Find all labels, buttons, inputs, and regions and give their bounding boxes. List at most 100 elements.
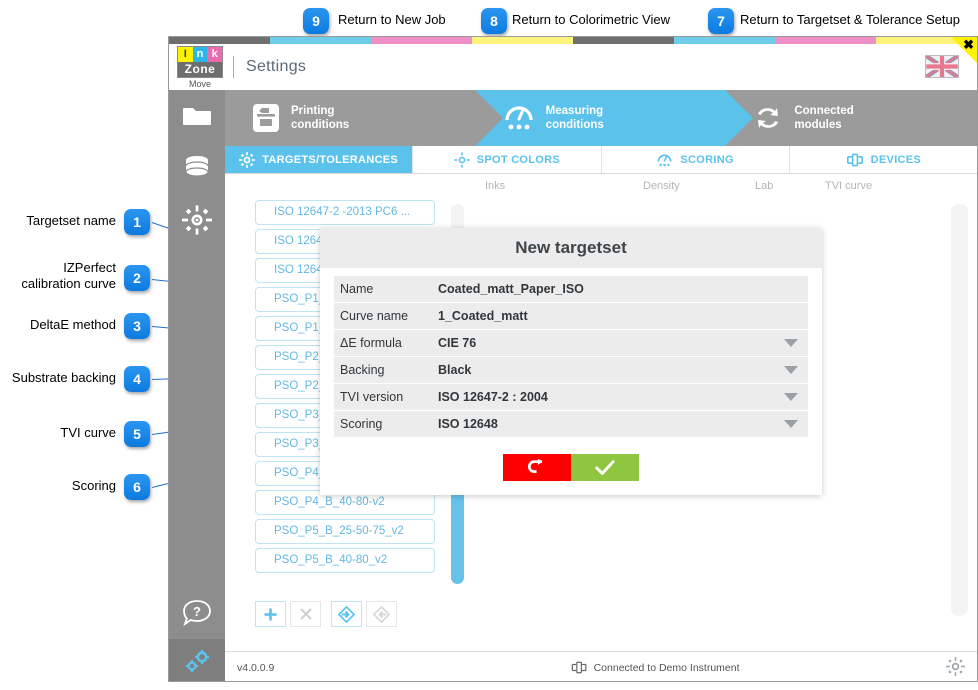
app-logo: I n k Zone Move [169, 45, 227, 89]
field-value: ISO 12648 [438, 417, 498, 431]
step-connected-modules[interactable]: Connected modules [726, 90, 977, 146]
close-icon[interactable]: ✖ [963, 38, 974, 51]
version-label: v4.0.0.9 [237, 661, 275, 674]
cancel-button[interactable] [503, 454, 571, 481]
folder-icon [183, 108, 211, 125]
check-icon [595, 459, 615, 475]
list-item[interactable]: PSO_P5_B_25-50-75_v2 [255, 519, 435, 544]
callout-badge-2: 2 [124, 265, 150, 291]
callout-badge-5: 5 [124, 421, 150, 447]
field-label: Curve name [340, 309, 409, 323]
tab-devices[interactable]: DEVICES [789, 146, 977, 173]
list-item[interactable]: ISO 12647-2 -2013 PC6 ... [255, 200, 435, 225]
field-value: CIE 76 [438, 336, 477, 350]
plus-icon [264, 608, 277, 620]
gauge-icon [657, 154, 672, 166]
device-icon [571, 661, 587, 674]
svg-text:?: ? [193, 604, 201, 619]
sidebar-item-database[interactable] [169, 142, 225, 194]
callout-label-3: DeltaE method [30, 317, 116, 332]
tab-bar: TARGETS/TOLERANCES SPOT COLORS SCORING D… [225, 146, 977, 174]
page-title: Settings [246, 58, 307, 75]
sync-arrows-icon [758, 108, 779, 128]
import-targetset-button[interactable] [331, 601, 362, 627]
field-label: Scoring [340, 417, 383, 431]
measuring-gauge-icon [505, 106, 533, 130]
sidebar-item-folder[interactable] [169, 90, 225, 142]
callout-badge-6: 6 [124, 474, 150, 500]
status-target-icon[interactable] [946, 656, 965, 679]
callout-label-9: Return to New Job [338, 12, 446, 27]
tab-spot-colors[interactable]: SPOT COLORS [413, 146, 602, 173]
add-targetset-button[interactable] [255, 601, 286, 627]
tab-scoring[interactable]: SCORING [601, 146, 790, 173]
logo-word: Zone [178, 61, 222, 77]
status-bar: v4.0.0.9 Connected to Demo Instrument [225, 651, 977, 681]
crosshair-icon [454, 151, 470, 168]
field-tvi-version[interactable]: TVI version ISO 12647-2 : 2004 [334, 384, 808, 411]
callout-badge-9: 9 [303, 8, 329, 34]
chevron-down-icon[interactable] [784, 366, 798, 374]
delete-targetset-button[interactable] [290, 601, 321, 627]
column-header-tvi-curve: TVI curve [825, 180, 873, 192]
wizard-steps: Printing conditions Measuring conditions [225, 90, 977, 146]
export-icon [373, 605, 390, 623]
logo-letter-n: n [192, 46, 208, 62]
field-backing[interactable]: Backing Black [334, 357, 808, 384]
chevron-down-icon[interactable] [784, 420, 798, 428]
tab-label: SPOT COLORS [476, 153, 561, 166]
field-value: 1_Coated_matt [438, 309, 528, 323]
column-header-inks: Inks [485, 180, 506, 192]
callout-label-7: Return to Targetset & Tolerance Setup [740, 12, 960, 27]
callout-label-2: IZPerfect calibration curve [21, 260, 116, 291]
callout-label-4: Substrate backing [11, 370, 116, 385]
column-headers: Inks Density Lab TVI curve [225, 174, 977, 200]
column-header-density: Density [643, 180, 680, 192]
confirm-button[interactable] [571, 454, 639, 481]
connection-label: Connected to Demo Instrument [593, 661, 740, 674]
callout-label-8: Return to Colorimetric View [512, 12, 670, 27]
chevron-down-icon[interactable] [784, 339, 798, 347]
field-scoring[interactable]: Scoring ISO 12648 [334, 411, 808, 438]
sidebar-item-settings[interactable] [169, 639, 225, 681]
callout-badge-1: 1 [124, 209, 150, 235]
list-item[interactable]: PSO_P5_B_40-80_v2 [255, 548, 435, 573]
list-toolbar [255, 601, 397, 627]
field-label: ΔE formula [340, 336, 402, 350]
logo-subtitle: Move [188, 78, 211, 89]
dialog-buttons [334, 454, 808, 481]
help-icon: ? [183, 600, 211, 627]
callout-badge-3: 3 [124, 313, 150, 339]
title-bar: I n k Zone Move Settings [169, 44, 977, 90]
field-value: Coated_matt_Paper_ISO [438, 282, 584, 296]
callout-badge-7: 7 [708, 8, 734, 34]
step-measuring-conditions[interactable]: Measuring conditions [475, 90, 754, 146]
connection-status: Connected to Demo Instrument [571, 660, 740, 675]
field-label: Name [340, 282, 374, 296]
tab-targets-tolerances[interactable]: TARGETS/TOLERANCES [225, 146, 414, 173]
panel-scrollbar[interactable] [951, 204, 968, 616]
field-value: Black [438, 363, 472, 377]
field-name[interactable]: Name Coated_matt_Paper_ISO [334, 276, 808, 303]
logo-letter-k: k [207, 46, 223, 62]
sidebar-item-help[interactable]: ? [169, 587, 225, 639]
title-divider [233, 56, 234, 78]
cmyk-color-strip [169, 37, 977, 44]
callout-label-1: Targetset name [26, 213, 116, 228]
tab-label: DEVICES [870, 153, 922, 166]
callout-badge-8: 8 [481, 8, 507, 34]
database-icon [185, 156, 209, 177]
export-targetset-button[interactable] [366, 601, 397, 627]
step-printing-conditions[interactable]: Printing conditions [225, 90, 503, 146]
dialog-fields: Name Coated_matt_Paper_ISO Curve name 1_… [320, 268, 822, 481]
field-deltae-formula[interactable]: ΔE formula CIE 76 [334, 330, 808, 357]
field-value: ISO 12647-2 : 2004 [438, 390, 548, 404]
step-label: Connected modules [794, 105, 854, 131]
sidebar-item-targets[interactable] [169, 194, 225, 246]
tab-label: TARGETS/TOLERANCES [262, 153, 399, 166]
field-curve-name[interactable]: Curve name 1_Coated_matt [334, 303, 808, 330]
printing-press-icon [253, 104, 279, 132]
device-icon [846, 153, 863, 166]
chevron-down-icon[interactable] [784, 393, 798, 401]
column-header-lab: Lab [755, 180, 774, 192]
